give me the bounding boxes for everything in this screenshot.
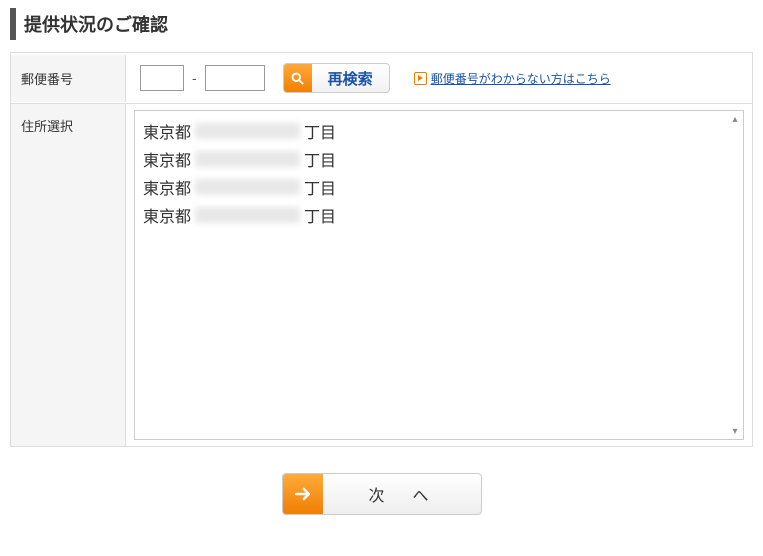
address-prefix: 東京都 (143, 119, 191, 143)
search-icon (284, 63, 312, 93)
search-again-button[interactable]: 再検索 (283, 63, 390, 93)
postal-dash: - (190, 70, 199, 86)
address-row: 住所選択 ▴ 東京都丁目東京都丁目東京都丁目東京都丁目 ▾ (11, 104, 752, 446)
address-prefix: 東京都 (143, 175, 191, 199)
address-content: ▴ 東京都丁目東京都丁目東京都丁目東京都丁目 ▾ (126, 104, 752, 446)
scroll-down-icon: ▾ (730, 426, 740, 436)
postal-help-link[interactable]: 郵便番号がわからない方はこちら (431, 70, 611, 87)
next-button-label: 次 へ (323, 482, 481, 506)
address-suffix: 丁目 (304, 175, 336, 199)
address-item[interactable]: 東京都 丁目 (143, 117, 735, 145)
address-item[interactable]: 東京都 丁目 (143, 201, 735, 229)
postal-input-2[interactable] (205, 65, 265, 91)
address-masked (195, 151, 300, 167)
postal-label: 郵便番号 (11, 55, 126, 102)
page-title: 提供状況のご確認 (10, 8, 753, 40)
address-list[interactable]: ▴ 東京都丁目東京都丁目東京都丁目東京都丁目 ▾ (134, 110, 744, 440)
address-masked (195, 123, 300, 139)
arrow-right-icon (414, 72, 427, 85)
postal-content: - 再検索 郵便番号がわからない方はこちら (126, 53, 752, 103)
address-suffix: 丁目 (304, 147, 336, 171)
postal-input-1[interactable] (140, 65, 184, 91)
address-prefix: 東京都 (143, 147, 191, 171)
address-item[interactable]: 東京都 丁目 (143, 173, 735, 201)
address-masked (195, 207, 300, 223)
next-button-wrap: 次 へ (10, 473, 753, 515)
form-table: 郵便番号 - 再検索 郵便番号がわからない方はこちら 住所選択 (10, 52, 753, 447)
address-label: 住所選択 (11, 104, 126, 446)
address-masked (195, 179, 300, 195)
arrow-right-icon (283, 473, 323, 515)
scroll-up-icon: ▴ (730, 114, 740, 124)
address-suffix: 丁目 (304, 203, 336, 227)
address-item[interactable]: 東京都 丁目 (143, 145, 735, 173)
search-button-label: 再検索 (312, 68, 389, 89)
postal-row: 郵便番号 - 再検索 郵便番号がわからない方はこちら (11, 53, 752, 104)
help-link-wrap: 郵便番号がわからない方はこちら (414, 70, 611, 87)
address-suffix: 丁目 (304, 119, 336, 143)
address-prefix: 東京都 (143, 203, 191, 227)
next-button[interactable]: 次 へ (282, 473, 482, 515)
